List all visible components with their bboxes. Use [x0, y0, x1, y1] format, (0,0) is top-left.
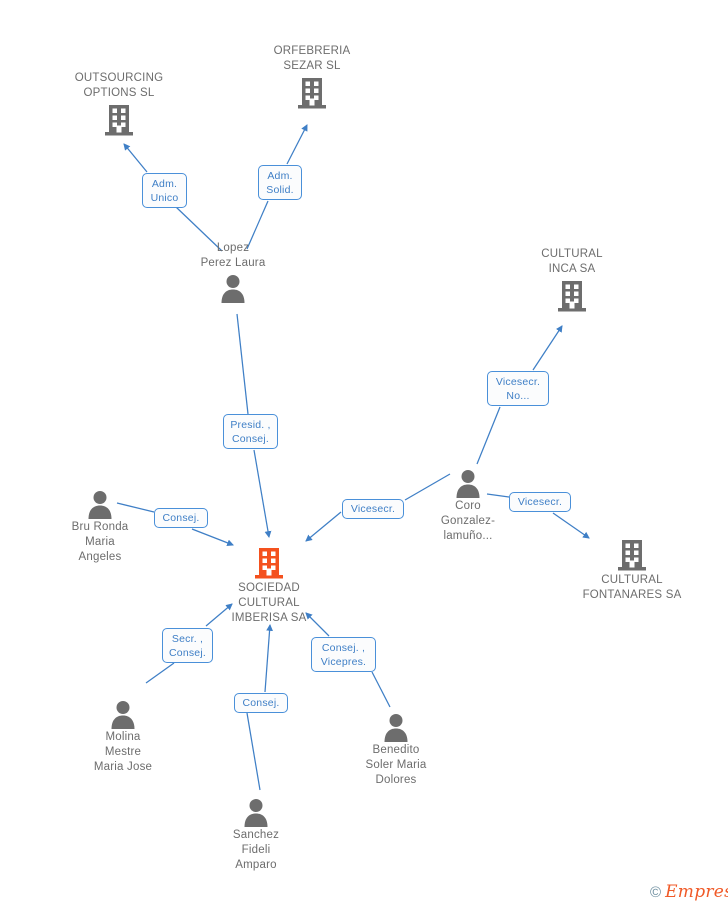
- node-label-cultural-inca-sa: CULTURAL INCA SA: [541, 248, 603, 275]
- edge-line-admunico-outsourcing: [123, 143, 148, 173]
- copyright-icon: ©: [650, 884, 662, 901]
- building-icon: [194, 546, 344, 580]
- edge-label-consej-bru[interactable]: Consej.: [154, 508, 208, 528]
- node-cultural-fontanares-sa[interactable]: CULTURAL FONTANARES SA: [557, 538, 707, 603]
- node-label-cultural-fontanares-sa: CULTURAL FONTANARES SA: [582, 574, 682, 601]
- node-benedito-soler-maria-dolores[interactable]: Benedito Soler Maria Dolores: [321, 712, 471, 788]
- building-icon: [497, 279, 647, 313]
- node-label-sociedad-cultural-imberisa-sa: SOCIEDAD CULTURAL IMBERISA SA: [231, 582, 307, 624]
- edge-line-vicesecrno-inca: [532, 325, 563, 371]
- edge-label-presid-consej[interactable]: Presid. , Consej.: [223, 414, 278, 449]
- node-label-bru-ronda-maria-angeles: Bru Ronda Maria Angeles: [71, 521, 129, 563]
- brand-name: Empresia: [665, 882, 728, 902]
- edge-line-lopez-presid: [236, 313, 249, 415]
- watermark: © Empresia: [650, 884, 728, 901]
- node-lopez-perez-laura[interactable]: Lopez Perez Laura: [158, 241, 308, 303]
- edge-label-vicesecr-no[interactable]: Vicesecr. No...: [487, 371, 549, 406]
- node-label-lopez-perez-laura: Lopez Perez Laura: [200, 242, 266, 269]
- edge-label-vicesecr-right[interactable]: Vicesecr.: [509, 492, 571, 512]
- node-outsourcing-options-sl[interactable]: OUTSOURCING OPTIONS SL: [44, 71, 194, 137]
- edge-line-consej-imberisa-bru: [191, 528, 234, 547]
- edge-line-benedito-consejvice: [371, 671, 391, 708]
- node-sanchez-fideli-amparo[interactable]: Sanchez Fideli Amparo: [181, 797, 331, 873]
- person-icon: [181, 797, 331, 827]
- person-icon: [25, 489, 175, 519]
- edge-label-consej-sanchez[interactable]: Consej.: [234, 693, 288, 713]
- edge-label-adm-unico[interactable]: Adm. Unico: [142, 173, 187, 208]
- edge-line-consej-imberisa-sanchez: [264, 623, 273, 693]
- edge-label-consej-vicepres[interactable]: Consej. , Vicepres.: [311, 637, 376, 672]
- edge-line-admsolid-orfebreria: [286, 124, 308, 165]
- node-label-outsourcing-options-sl: OUTSOURCING OPTIONS SL: [74, 72, 164, 99]
- node-sociedad-cultural-imberisa-sa[interactable]: SOCIEDAD CULTURAL IMBERISA SA: [194, 546, 344, 626]
- node-molina-mestre-maria-jose[interactable]: Molina Mestre Maria Jose: [48, 699, 198, 775]
- person-icon: [158, 273, 308, 303]
- node-cultural-inca-sa[interactable]: CULTURAL INCA SA: [497, 247, 647, 313]
- node-bru-ronda-maria-angeles[interactable]: Bru Ronda Maria Angeles: [25, 489, 175, 565]
- node-orfebreria-sezar-sl[interactable]: ORFEBRERIA SEZAR SL: [237, 44, 387, 110]
- building-icon: [44, 103, 194, 137]
- building-icon: [557, 538, 707, 572]
- relationship-diagram-canvas: OUTSOURCING OPTIONS SL ORFEBRERIA SEZAR …: [0, 0, 728, 905]
- node-label-sanchez-fideli-amparo: Sanchez Fideli Amparo: [232, 829, 280, 871]
- edge-line-sanchez-consej: [246, 712, 261, 791]
- node-label-molina-mestre-maria-jose: Molina Mestre Maria Jose: [93, 731, 153, 773]
- edge-line-vicesecr-imberisa: [305, 511, 342, 542]
- edge-label-secr-consej[interactable]: Secr. , Consej.: [162, 628, 213, 663]
- person-icon: [48, 699, 198, 729]
- node-label-orfebreria-sezar-sl: ORFEBRERIA SEZAR SL: [273, 45, 351, 72]
- edge-line-vicesecr-fontanares: [552, 512, 590, 539]
- building-icon: [237, 76, 387, 110]
- edge-line-molina-secr: [145, 662, 175, 684]
- edge-label-vicesecr-center[interactable]: Vicesecr.: [342, 499, 404, 519]
- person-icon: [321, 712, 471, 742]
- edge-line-coro-vicesecrno: [476, 406, 501, 465]
- edge-line-presid-imberisa: [253, 449, 272, 539]
- edge-label-adm-solid[interactable]: Adm. Solid.: [258, 165, 302, 200]
- node-label-benedito-soler-maria-dolores: Benedito Soler Maria Dolores: [365, 744, 427, 786]
